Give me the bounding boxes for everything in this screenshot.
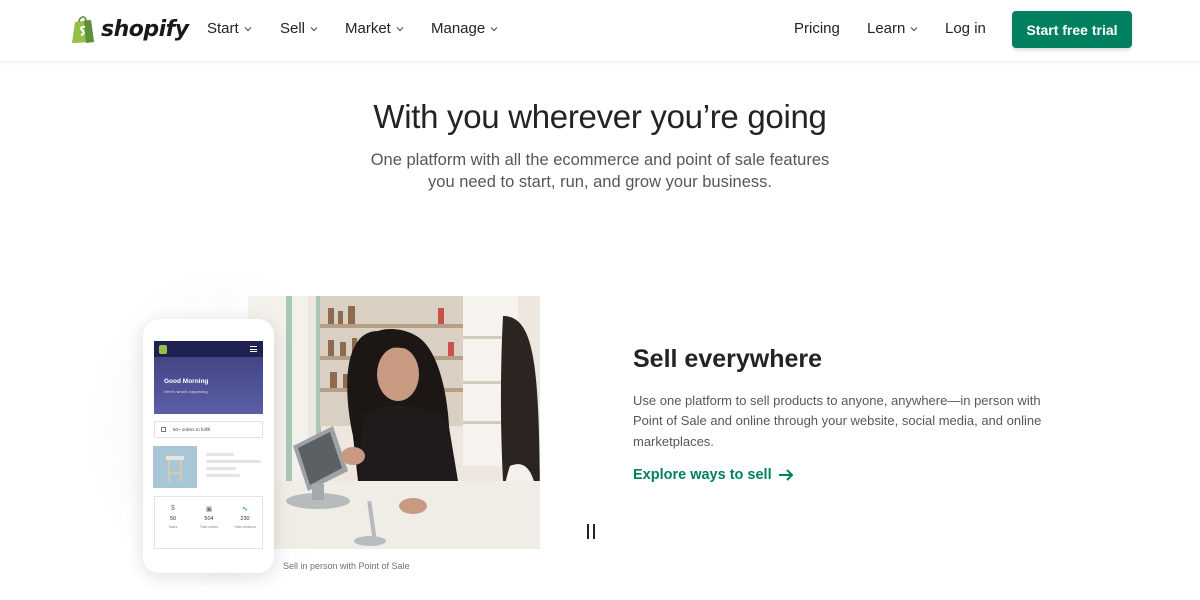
placeholder-line bbox=[206, 467, 236, 470]
hero-subtitle-line-1: One platform with all the ecommerce and … bbox=[370, 151, 830, 169]
phone-orders-row: 50+ orders to fulfill bbox=[154, 421, 263, 438]
phone-header: Good Morning Here's what's happening bbox=[154, 341, 263, 414]
feature-description: Use one platform to sell products to any… bbox=[633, 393, 1042, 449]
explore-ways-to-sell-link[interactable]: Explore ways to sell bbox=[633, 467, 794, 483]
stat-value: 504 bbox=[204, 516, 214, 522]
top-navigation: shopify Start Sell Market Manage Pricing… bbox=[0, 0, 1200, 62]
product-thumbnail bbox=[153, 446, 197, 488]
shop-scene-illustration bbox=[248, 296, 540, 549]
pause-button[interactable] bbox=[585, 524, 599, 540]
nav-manage[interactable]: Manage bbox=[431, 20, 498, 37]
nav-manage-label: Manage bbox=[431, 20, 486, 37]
nav-market-label: Market bbox=[345, 20, 391, 37]
phone-topbar bbox=[154, 341, 263, 357]
nav-sell-label: Sell bbox=[280, 20, 306, 37]
feature-title: Sell everywhere bbox=[633, 345, 823, 373]
placeholder-line bbox=[206, 474, 240, 477]
logo-wordmark: shopify bbox=[101, 16, 189, 42]
photo-caption: Sell in person with Point of Sale bbox=[283, 561, 410, 571]
pause-icon-bar-right bbox=[593, 524, 595, 539]
shopify-logo[interactable]: shopify bbox=[71, 14, 189, 44]
placeholder-line bbox=[206, 453, 234, 456]
hero-subtitle: One platform with all the ecommerce and … bbox=[350, 149, 850, 193]
phone-greeting: Good Morning bbox=[164, 378, 209, 385]
page-title: With you wherever you’re going bbox=[373, 98, 827, 135]
explore-link-label: Explore ways to sell bbox=[633, 467, 772, 483]
chevron-down-icon bbox=[244, 26, 252, 31]
nav-learn-label: Learn bbox=[867, 20, 906, 37]
shopping-bag-icon bbox=[72, 16, 94, 43]
stool-image bbox=[153, 446, 197, 488]
orders-icon: ▣ bbox=[205, 506, 213, 513]
phone-orders-text: 50+ orders to fulfill bbox=[173, 427, 210, 432]
dollar-icon: $ bbox=[171, 505, 175, 512]
stat-value: 50 bbox=[169, 516, 177, 522]
hamburger-menu-icon bbox=[250, 346, 257, 352]
stat-orders: ▣ 504 Total orders bbox=[191, 497, 227, 529]
phone-mockup: Good Morning Here's what's happening 50+… bbox=[143, 319, 274, 573]
chevron-down-icon bbox=[396, 26, 404, 31]
nav-start-label: Start bbox=[207, 20, 239, 37]
nav-pricing[interactable]: Pricing bbox=[794, 20, 840, 37]
pos-photo bbox=[248, 296, 540, 549]
stat-label: Total orders bbox=[199, 525, 219, 529]
nav-learn[interactable]: Learn bbox=[867, 20, 918, 37]
nav-login[interactable]: Log in bbox=[945, 20, 986, 37]
stat-sessions: ∿ 230 Total sessions bbox=[227, 497, 263, 529]
shopify-bag-icon bbox=[159, 345, 167, 354]
stat-value: 230 bbox=[240, 516, 250, 522]
start-free-trial-button[interactable]: Start free trial bbox=[1012, 11, 1132, 48]
phone-greeting-sub: Here's what's happening bbox=[164, 389, 208, 394]
arrow-right-icon bbox=[778, 469, 794, 481]
phone-stats: $ 50 Sales ▣ 504 Total orders ∿ 230 Tota… bbox=[154, 496, 263, 549]
stat-label: Total sessions bbox=[234, 525, 256, 529]
nav-sell[interactable]: Sell bbox=[280, 20, 318, 37]
stat-label: Sales bbox=[168, 525, 178, 529]
nav-start[interactable]: Start bbox=[207, 20, 252, 37]
chevron-down-icon bbox=[310, 26, 318, 31]
chevron-down-icon bbox=[490, 26, 498, 31]
orders-box-icon bbox=[161, 427, 166, 432]
trend-icon: ∿ bbox=[242, 506, 248, 513]
placeholder-line bbox=[206, 460, 261, 463]
nav-market[interactable]: Market bbox=[345, 20, 404, 37]
hero-subtitle-line-2: you need to start, run, and grow your bu… bbox=[428, 173, 772, 191]
stat-sales: $ 50 Sales bbox=[155, 497, 191, 529]
chevron-down-icon bbox=[910, 26, 918, 31]
pause-icon-bar-left bbox=[587, 524, 589, 539]
